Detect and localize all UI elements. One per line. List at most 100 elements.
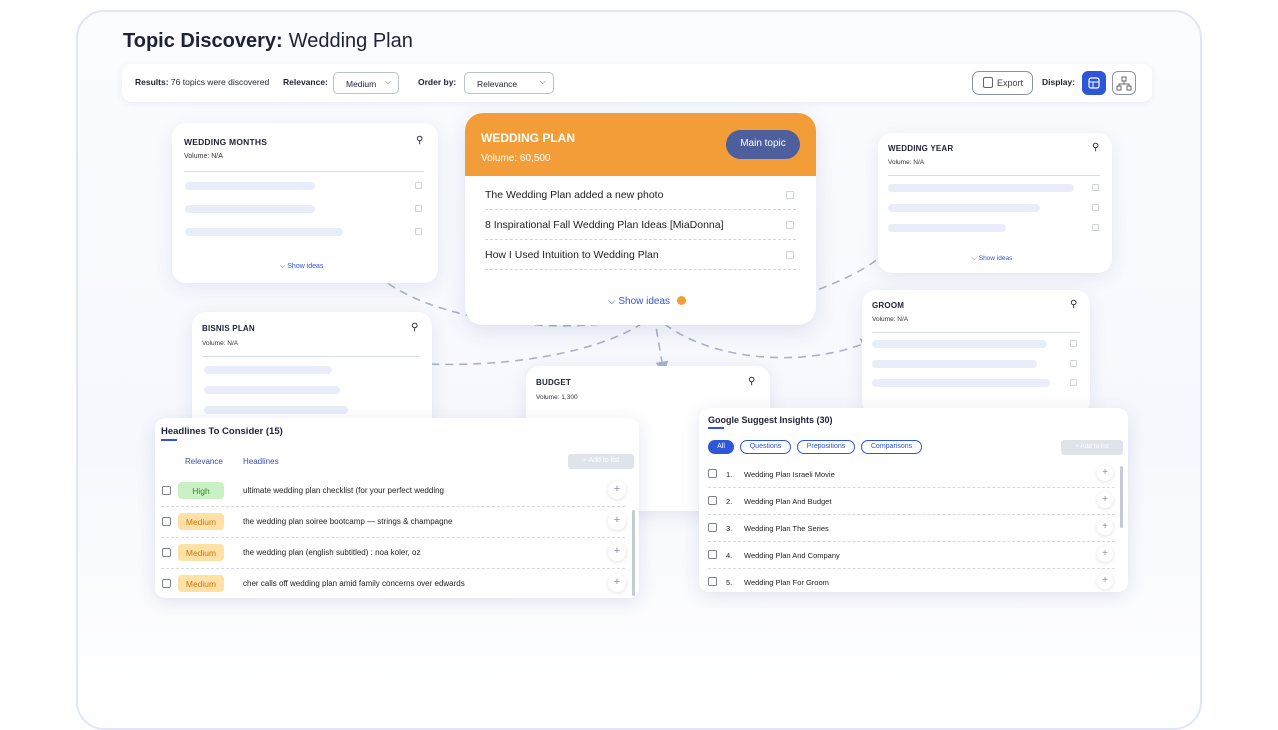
headline-text[interactable]: ultimate wedding plan checklist (for you… xyxy=(243,486,444,495)
relevance-badge: High xyxy=(178,482,224,499)
suggestion-text[interactable]: Wedding Plan Israeli Movie xyxy=(744,470,835,479)
row-checkbox[interactable] xyxy=(162,486,171,495)
column-header-headlines[interactable]: Headlines xyxy=(243,457,279,466)
external-link-icon[interactable] xyxy=(786,221,794,229)
search-icon[interactable]: ⚲ xyxy=(1092,142,1099,153)
loading-bar xyxy=(872,379,1050,387)
show-ideas-link[interactable]: ⌵ Show ideas xyxy=(972,255,1012,263)
add-icon[interactable]: + xyxy=(608,481,626,499)
row-checkbox[interactable] xyxy=(708,550,717,559)
loading-bar xyxy=(872,360,1037,368)
external-link-icon[interactable] xyxy=(1092,224,1099,231)
loading-bar xyxy=(185,205,315,213)
divider xyxy=(184,171,424,172)
filter-chip-comparisons[interactable]: Comparisons xyxy=(861,440,922,454)
external-link-icon[interactable] xyxy=(1070,379,1077,386)
relevance-badge: Medium xyxy=(178,544,224,561)
suggestion-text[interactable]: Wedding Plan For Groom xyxy=(744,578,829,587)
row-checkbox[interactable] xyxy=(708,496,717,505)
add-icon[interactable]: + xyxy=(1097,573,1113,589)
add-icon[interactable]: + xyxy=(1097,519,1113,535)
external-link-icon[interactable] xyxy=(786,251,794,259)
loading-bar xyxy=(204,366,332,374)
external-link-icon[interactable] xyxy=(1092,184,1099,191)
divider xyxy=(708,487,1115,488)
topic-name: BISNIS PLAN xyxy=(202,324,255,333)
divider xyxy=(485,269,796,270)
divider xyxy=(161,537,625,538)
show-ideas-link[interactable]: ⌵ Show ideas xyxy=(280,263,323,271)
external-link-icon[interactable] xyxy=(1070,360,1077,367)
divider xyxy=(161,506,625,507)
loading-bar xyxy=(204,386,340,394)
topic-name: BUDGET xyxy=(536,378,571,387)
external-link-icon[interactable] xyxy=(415,182,422,189)
topic-volume: Volume: N/A xyxy=(872,316,909,323)
divider xyxy=(161,568,625,569)
topic-card-wedding-year[interactable]: WEDDING YEAR Volume: N/A ⚲ ⌵ Show ideas xyxy=(878,133,1112,273)
main-topic-idea[interactable]: 8 Inspirational Fall Wedding Plan Ideas … xyxy=(485,219,724,231)
add-to-list-button[interactable]: + Add to list xyxy=(568,454,634,469)
add-icon[interactable]: + xyxy=(1097,546,1113,562)
row-checkbox[interactable] xyxy=(708,469,717,478)
main-topic-idea[interactable]: How I Used Intuition to Wedding Plan xyxy=(485,249,659,261)
divider xyxy=(708,541,1115,542)
search-icon[interactable]: ⚲ xyxy=(1070,299,1077,310)
external-link-icon[interactable] xyxy=(786,191,794,199)
relevance-badge: Medium xyxy=(178,513,224,530)
main-topic-card[interactable]: WEDDING PLAN Volume: 60,500 Main topic T… xyxy=(465,113,816,325)
divider xyxy=(708,514,1115,515)
external-link-icon[interactable] xyxy=(415,228,422,235)
topic-card-groom[interactable]: GROOM Volume: N/A ⚲ xyxy=(862,290,1090,415)
item-number: 3. xyxy=(726,524,733,533)
search-icon[interactable]: ⚲ xyxy=(416,135,423,146)
suggestion-text[interactable]: Wedding Plan The Series xyxy=(744,524,829,533)
add-icon[interactable]: + xyxy=(608,574,626,592)
row-checkbox[interactable] xyxy=(162,517,171,526)
add-to-list-button[interactable]: + Add to list xyxy=(1061,440,1123,455)
divider xyxy=(202,356,420,357)
row-checkbox[interactable] xyxy=(162,579,171,588)
loading-bar xyxy=(204,406,348,414)
suggestion-text[interactable]: Wedding Plan And Budget xyxy=(744,497,831,506)
row-checkbox[interactable] xyxy=(708,523,717,532)
filter-chip-prepositions[interactable]: Prepositions xyxy=(797,440,855,454)
badge-dot-icon xyxy=(676,296,686,305)
suggestion-text[interactable]: Wedding Plan And Company xyxy=(744,551,840,560)
search-icon[interactable]: ⚲ xyxy=(748,376,755,387)
loading-bar xyxy=(185,182,315,190)
search-icon[interactable]: ⚲ xyxy=(411,322,418,333)
headline-text[interactable]: the wedding plan (english subtitled) : n… xyxy=(243,548,420,557)
topic-volume: Volume: 1,300 xyxy=(536,394,578,401)
add-icon[interactable]: + xyxy=(1097,492,1113,508)
external-link-icon[interactable] xyxy=(415,205,422,212)
headline-text[interactable]: cher calls off wedding plan amid family … xyxy=(243,579,465,588)
add-icon[interactable]: + xyxy=(1097,465,1113,481)
divider xyxy=(485,209,796,210)
add-icon[interactable]: + xyxy=(608,543,626,561)
scrollbar[interactable] xyxy=(632,510,635,596)
topic-card-bisnis-plan[interactable]: BISNIS PLAN Volume: N/A ⚲ xyxy=(192,312,432,432)
external-link-icon[interactable] xyxy=(1092,204,1099,211)
divider xyxy=(888,175,1100,176)
loading-bar xyxy=(872,340,1047,348)
column-header-relevance[interactable]: Relevance xyxy=(185,457,223,466)
add-icon[interactable]: + xyxy=(608,512,626,530)
filter-chip-questions[interactable]: Questions xyxy=(740,440,791,454)
row-checkbox[interactable] xyxy=(708,577,717,586)
relevance-badge: Medium xyxy=(178,575,224,592)
loading-bar xyxy=(888,204,1040,212)
filter-chip-all[interactable]: All xyxy=(708,440,734,454)
row-checkbox[interactable] xyxy=(162,548,171,557)
show-ideas-link[interactable]: ⌵ Show ideas xyxy=(608,296,686,307)
topic-card-wedding-months[interactable]: WEDDING MONTHS Volume: N/A ⚲ ⌵ Show idea… xyxy=(172,123,438,283)
headlines-panel: Headlines To Consider (15) Relevance Hea… xyxy=(155,418,639,598)
external-link-icon[interactable] xyxy=(1070,340,1077,347)
scrollbar[interactable] xyxy=(1120,466,1123,528)
topic-name: GROOM xyxy=(872,301,905,310)
main-topic-header: WEDDING PLAN Volume: 60,500 Main topic xyxy=(465,113,816,176)
main-topic-idea[interactable]: The Wedding Plan added a new photo xyxy=(485,189,663,201)
loading-bar xyxy=(185,228,343,236)
headline-text[interactable]: the wedding plan soiree bootcamp — strin… xyxy=(243,517,452,526)
show-ideas-label: Show ideas xyxy=(287,263,324,270)
